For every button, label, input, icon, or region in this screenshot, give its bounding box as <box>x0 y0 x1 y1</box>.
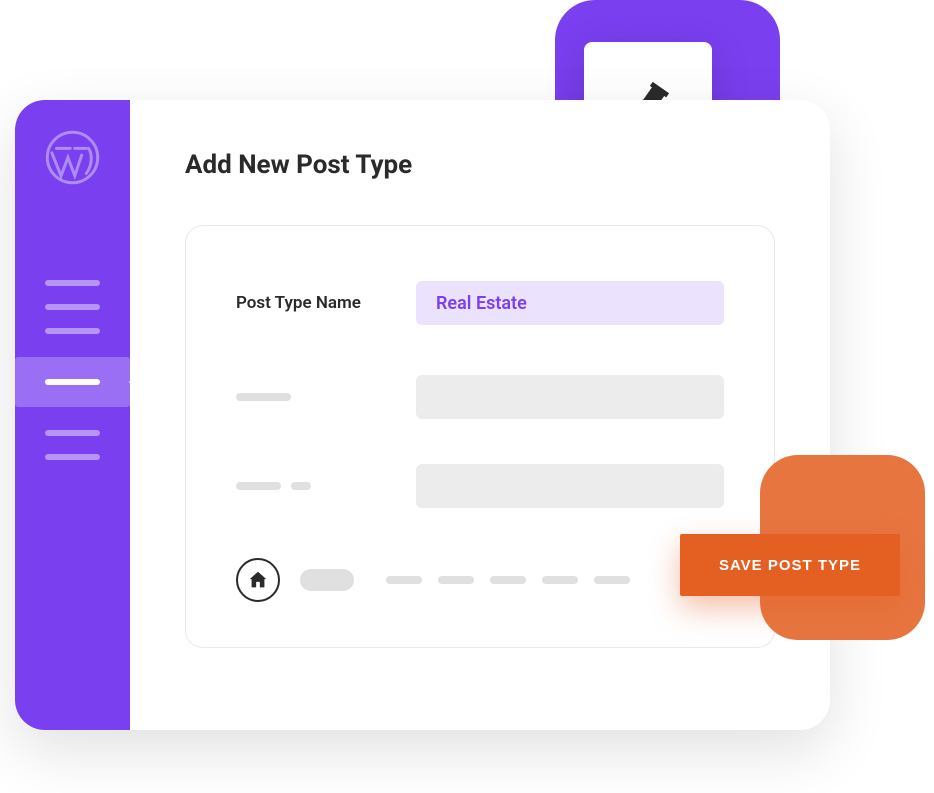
sidebar-item[interactable] <box>45 454 100 460</box>
skeleton-input[interactable] <box>416 375 724 419</box>
field-label: Post Type Name <box>236 293 381 313</box>
sidebar-item[interactable] <box>45 328 100 334</box>
skeleton-label <box>236 482 381 490</box>
sidebar-menu <box>15 280 130 460</box>
skeleton-input[interactable] <box>416 464 724 508</box>
form-row-skeleton <box>236 464 724 508</box>
sidebar-item[interactable] <box>45 430 100 436</box>
main-content: Add New Post Type Post Type Name Real Es… <box>130 100 830 730</box>
sidebar-item-active[interactable] <box>15 357 130 407</box>
icon-picker-row <box>236 558 724 602</box>
page-title: Add New Post Type <box>185 150 775 180</box>
form-row-skeleton <box>236 375 724 419</box>
skeleton-dots <box>386 576 630 584</box>
sidebar-item[interactable] <box>45 280 100 286</box>
wordpress-logo-icon <box>45 130 100 185</box>
sidebar <box>15 100 130 730</box>
skeleton-pill <box>300 569 354 591</box>
form-row-post-type-name: Post Type Name Real Estate <box>236 281 724 325</box>
skeleton-label <box>236 393 381 401</box>
home-icon[interactable] <box>236 558 280 602</box>
admin-panel: Add New Post Type Post Type Name Real Es… <box>15 100 830 730</box>
save-post-type-button[interactable]: SAVE POST TYPE <box>680 534 900 596</box>
post-type-name-input[interactable]: Real Estate <box>416 281 724 325</box>
sidebar-item[interactable] <box>45 304 100 310</box>
